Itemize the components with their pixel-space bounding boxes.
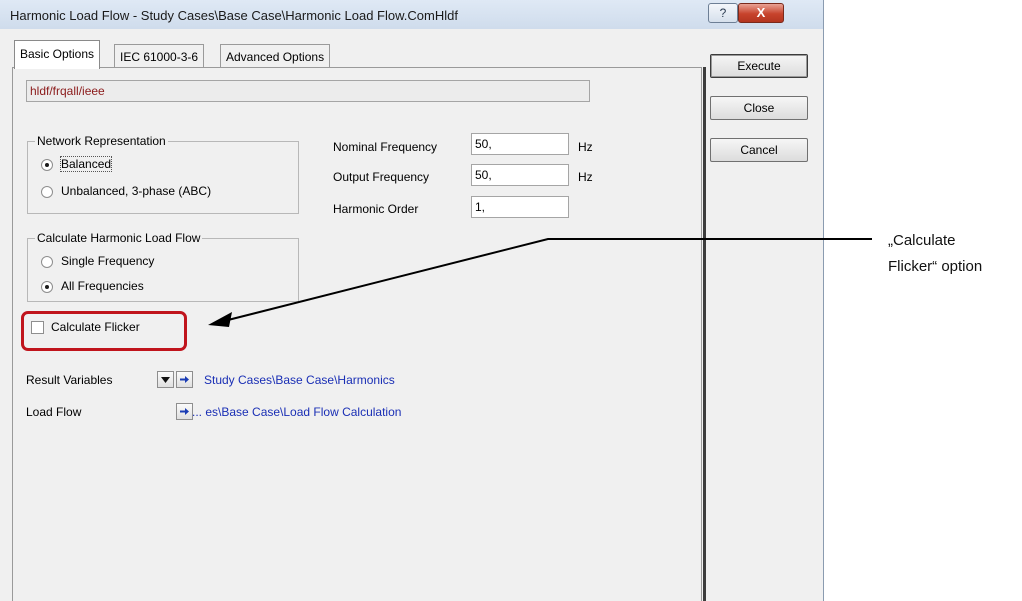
annotation-line-1: „Calculate [888, 232, 956, 249]
tab-basic-options[interactable]: Basic Options [14, 40, 101, 69]
annotation-arrow [208, 238, 872, 327]
annotation-text: „Calculate Flicker“ option [888, 228, 982, 280]
annotation-line-2: Flicker“ option [888, 258, 983, 275]
